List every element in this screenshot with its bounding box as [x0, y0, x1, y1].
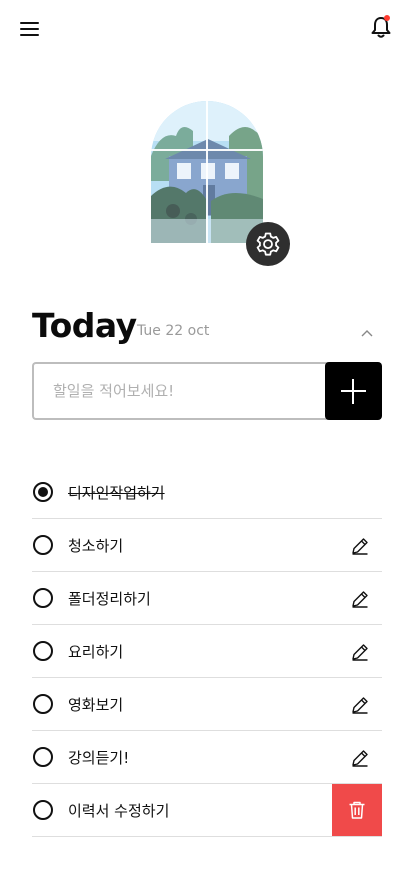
task-checkbox[interactable]: [33, 694, 53, 714]
today-date: Tue 22 oct: [137, 323, 210, 339]
list-item: 폴더정리하기: [32, 572, 382, 625]
pencil-icon[interactable]: [350, 536, 370, 556]
task-label: 영화보기: [68, 696, 124, 714]
pencil-icon[interactable]: [350, 695, 370, 715]
task-checkbox[interactable]: [33, 641, 53, 661]
list-item: 디자인작업하기: [32, 466, 382, 519]
settings-button[interactable]: [246, 222, 290, 266]
list-item: 이력서 수정하기: [32, 784, 382, 837]
top-bar: [0, 0, 414, 60]
list-item: 영화보기: [32, 678, 382, 731]
task-checkbox[interactable]: [33, 747, 53, 767]
chevron-up-icon[interactable]: [358, 325, 376, 339]
list-item: 청소하기: [32, 519, 382, 572]
hamburger-menu-icon[interactable]: [18, 18, 44, 42]
profile-photo-frame: [151, 101, 263, 243]
task-label: 강의듣기!: [68, 749, 130, 767]
house-exterior-photo: [151, 101, 263, 243]
page-title: Today: [32, 306, 137, 345]
task-label: 디자인작업하기: [68, 484, 165, 502]
list-item: 강의듣기!: [32, 731, 382, 784]
task-label: 이력서 수정하기: [68, 802, 170, 820]
task-checkbox[interactable]: [33, 800, 53, 820]
bell-icon[interactable]: [368, 14, 394, 40]
task-label: 청소하기: [68, 537, 124, 555]
notification-dot: [384, 15, 390, 21]
pencil-icon[interactable]: [350, 642, 370, 662]
add-task-button[interactable]: [325, 362, 382, 420]
new-task-input[interactable]: [32, 362, 332, 420]
task-list: 디자인작업하기 청소하기 폴더정리하기 요리하기 영화보기 강의듣기! 이력서 …: [32, 466, 382, 837]
task-label: 요리하기: [68, 643, 124, 661]
task-checkbox[interactable]: [33, 535, 53, 555]
new-task-form: [32, 362, 382, 420]
list-item: 요리하기: [32, 625, 382, 678]
gear-icon: [256, 232, 280, 256]
trash-icon: [349, 801, 365, 819]
pencil-icon[interactable]: [350, 748, 370, 768]
pencil-icon[interactable]: [350, 589, 370, 609]
task-checkbox[interactable]: [33, 588, 53, 608]
task-label: 폴더정리하기: [68, 590, 151, 608]
delete-task-button[interactable]: [332, 784, 382, 836]
task-checkbox[interactable]: [33, 482, 53, 502]
